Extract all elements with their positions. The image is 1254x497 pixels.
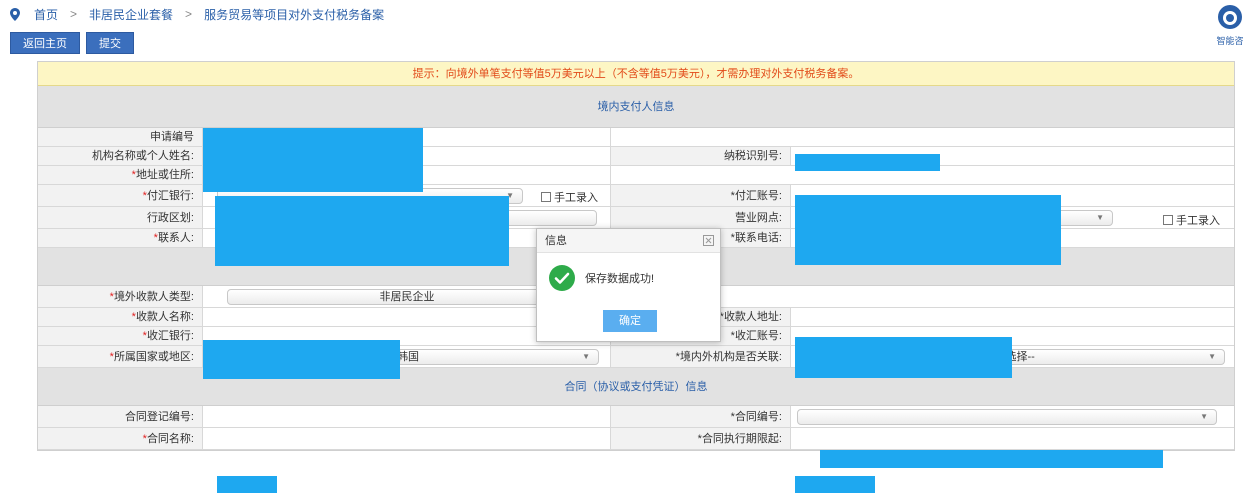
breadcrumb-separator: > — [70, 7, 78, 21]
info-dialog: 信息 保存数据成功! 确定 — [536, 228, 721, 342]
chevron-down-icon: ▼ — [582, 352, 590, 361]
confirm-button[interactable]: 确定 — [603, 310, 657, 332]
smart-assistant[interactable]: 智能咨 — [1210, 4, 1250, 47]
back-home-button[interactable]: 返回主页 — [10, 32, 80, 54]
close-icon[interactable] — [703, 235, 714, 246]
headset-icon — [1218, 5, 1242, 29]
dialog-message: 保存数据成功! — [585, 273, 655, 285]
section-payer-info: 境内支付人信息 — [38, 86, 1234, 128]
dialog-title: 信息 — [545, 235, 567, 247]
success-check-icon — [549, 265, 575, 291]
manual-entry-checkbox[interactable]: 手工录入 — [541, 189, 598, 205]
value-contract-start[interactable] — [791, 428, 1234, 449]
dialog-body: 保存数据成功! — [537, 253, 720, 291]
value-contract-no: ▼ — [791, 406, 1234, 427]
label-region: 行政区划: — [38, 207, 203, 228]
redacted-block — [215, 196, 509, 266]
toolbar: 返回主页 提交 — [10, 32, 134, 54]
location-pin-icon — [10, 7, 20, 21]
row-contract-name: *合同名称: *合同执行期限起: — [38, 428, 1234, 450]
label-payee-type: *境外收款人类型: — [38, 286, 203, 307]
value-empty — [611, 128, 1234, 146]
label-apply-no: 申请编号 — [38, 128, 203, 146]
label-contract-no: *合同编号: — [611, 406, 791, 427]
submit-button[interactable]: 提交 — [86, 32, 134, 54]
value-contract-reg-no — [203, 406, 611, 427]
value-contract-name[interactable] — [203, 428, 611, 449]
redacted-block — [795, 476, 875, 493]
chevron-down-icon: ▼ — [1200, 412, 1208, 421]
assistant-label: 智能咨 — [1216, 36, 1244, 46]
manual-entry-checkbox-2[interactable]: 手工录入 — [1163, 212, 1220, 228]
label-related: *境内外机构是否关联: — [611, 346, 791, 367]
redacted-block — [795, 154, 940, 171]
checkbox-box[interactable] — [541, 192, 551, 202]
label-contract-reg-no: 合同登记编号: — [38, 406, 203, 427]
redacted-block — [820, 450, 1163, 468]
tip-banner: 提示：向境外单笔支付等值5万美元以上（不含等值5万美元），才需办理对外支付税务备… — [38, 62, 1234, 86]
breadcrumb-home[interactable]: 首页 — [34, 6, 58, 23]
label-remit-bank: *付汇银行: — [38, 185, 203, 206]
label-country: *所属国家或地区: — [38, 346, 203, 367]
dialog-header: 信息 — [537, 229, 720, 253]
value-payee-address[interactable] — [791, 308, 1234, 326]
label-business-outlet: 营业网点: — [611, 207, 791, 228]
chevron-down-icon: ▼ — [1208, 352, 1216, 361]
breadcrumb: 首页 > 非居民企业套餐 > 服务贸易等项目对外支付税务备案 — [0, 0, 1254, 28]
redacted-block — [795, 337, 1012, 378]
row-contract-reg: 合同登记编号: *合同编号: ▼ — [38, 406, 1234, 428]
label-tax-id: 纳税识别号: — [611, 147, 791, 165]
redacted-block — [217, 476, 277, 493]
redacted-block — [795, 195, 1061, 265]
breadcrumb-separator: > — [185, 7, 193, 21]
breadcrumb-current: 服务贸易等项目对外支付税务备案 — [204, 7, 385, 22]
label-contact: *联系人: — [38, 229, 203, 247]
checkbox-box[interactable] — [1163, 215, 1173, 225]
label-contract-name: *合同名称: — [38, 428, 203, 449]
breadcrumb-level2[interactable]: 非居民企业套餐 — [89, 6, 173, 23]
label-address: *地址或住所: — [38, 166, 203, 184]
contract-no-select[interactable]: ▼ — [797, 409, 1217, 425]
label-org-name: 机构名称或个人姓名: — [38, 147, 203, 165]
label-remit-account: *付汇账号: — [611, 185, 791, 206]
label-contract-start: *合同执行期限起: — [611, 428, 791, 449]
label-recv-bank: *收汇银行: — [38, 327, 203, 345]
payee-type-select[interactable]: 非居民企业 — [227, 289, 587, 305]
redacted-block — [203, 340, 400, 379]
redacted-block — [203, 128, 423, 192]
label-payee-name: *收款人名称: — [38, 308, 203, 326]
chevron-down-icon: ▼ — [1096, 213, 1104, 222]
